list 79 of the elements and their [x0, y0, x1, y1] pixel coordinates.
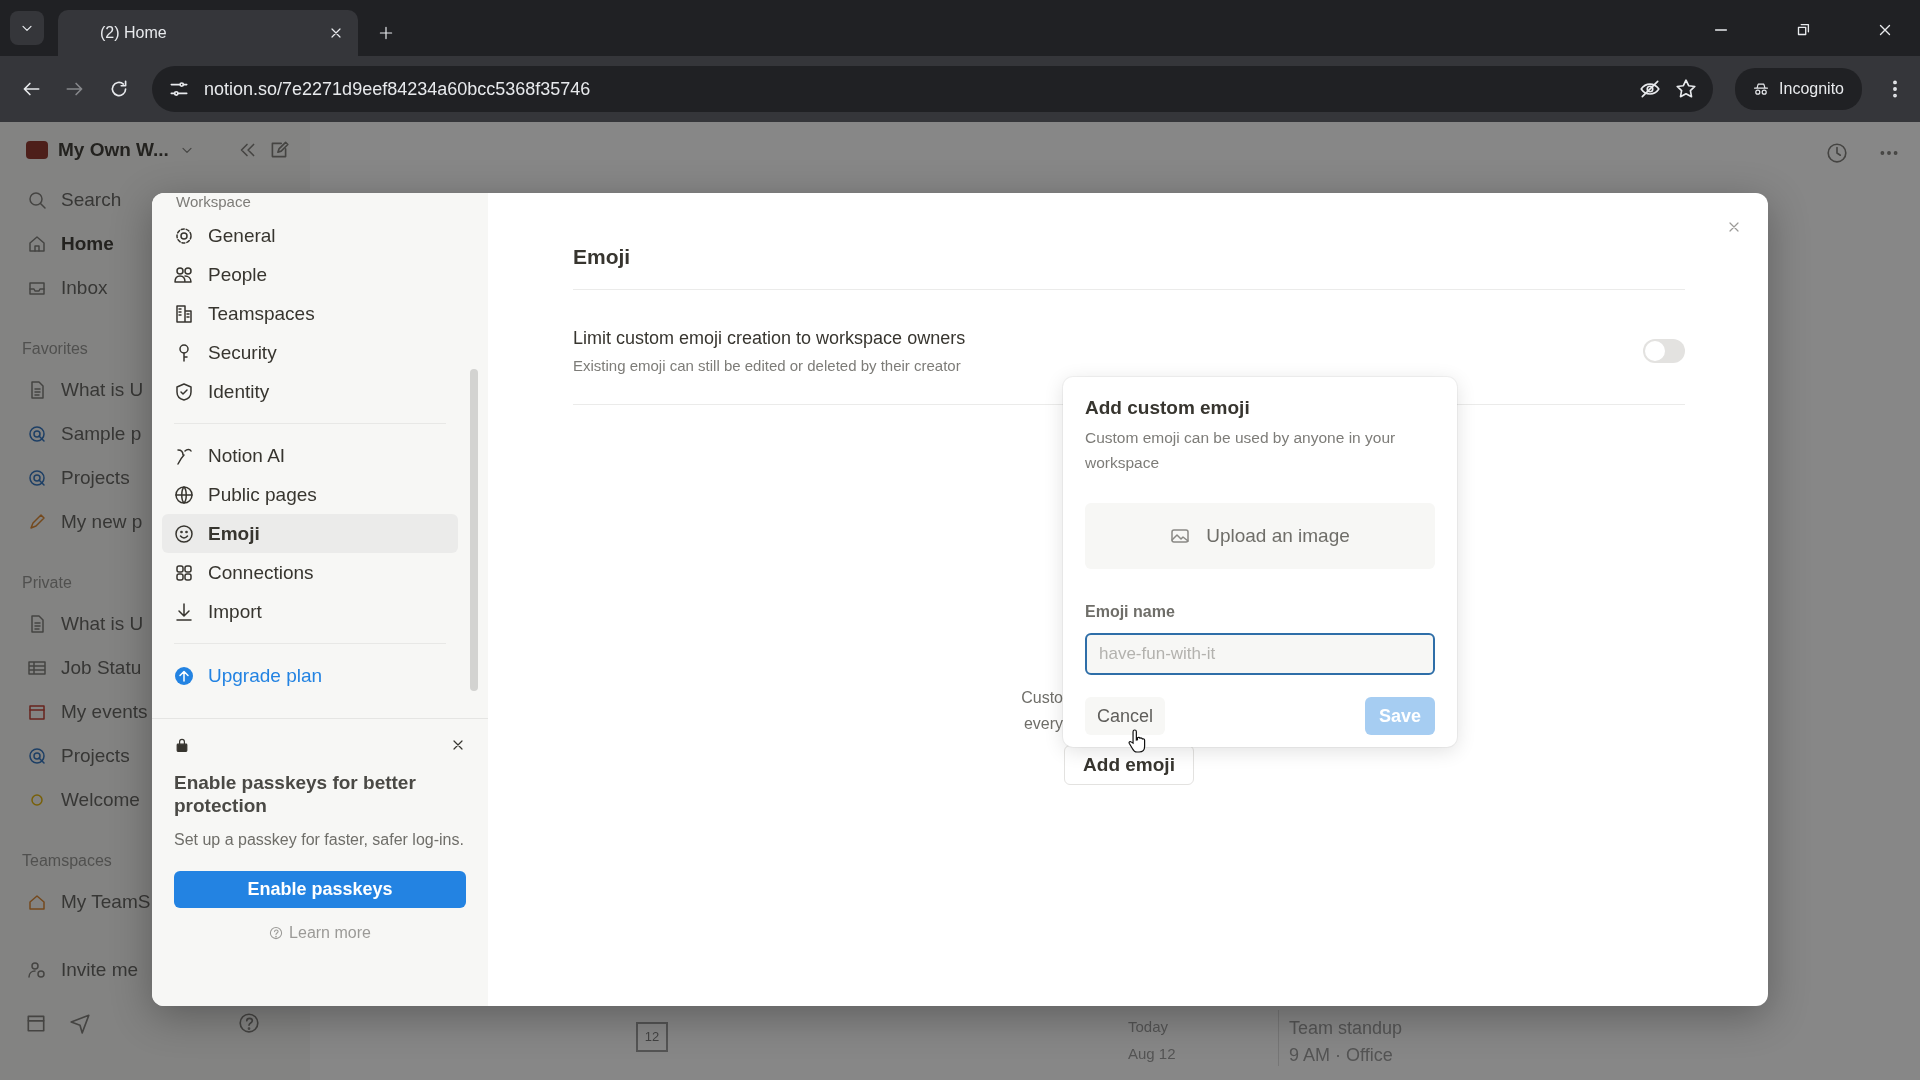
- settings-icon: [174, 225, 194, 246]
- sidebar-item[interactable]: Sample p: [61, 423, 142, 445]
- incognito-icon: [1753, 81, 1770, 97]
- settings-nav-item[interactable]: Emoji: [162, 514, 458, 553]
- lock-icon: [174, 737, 190, 753]
- section-heading: Workspace: [175, 193, 252, 212]
- sidebar-item[interactable]: My events: [61, 701, 148, 723]
- section-title: Emoji: [573, 245, 1685, 290]
- calendar-icon: 12: [636, 1022, 668, 1052]
- card-text: Set up a passkey for faster, safer log-ins.: [174, 830, 465, 850]
- clock-icon[interactable]: [1826, 142, 1848, 164]
- add-emoji-button[interactable]: Add emoji: [1064, 745, 1194, 785]
- download-icon: [174, 601, 194, 622]
- settings-nav-item[interactable]: Connections: [162, 553, 458, 592]
- sidebar-item[interactable]: Search: [61, 189, 122, 211]
- cancel-button[interactable]: Cancel: [1085, 697, 1166, 735]
- settings-nav-item[interactable]: People: [162, 255, 458, 294]
- grid-icon: [174, 562, 194, 583]
- arrow-up-icon: [174, 665, 194, 686]
- plus-icon[interactable]: [378, 25, 394, 41]
- globe-icon: [174, 484, 194, 505]
- sidebar-item[interactable]: What is U: [61, 379, 144, 401]
- sidebar-item[interactable]: Home: [61, 233, 114, 255]
- search-icon: [27, 190, 47, 210]
- empty-state-text: Custo: [1021, 689, 1063, 707]
- settings-nav-item[interactable]: Security: [162, 333, 458, 372]
- upgrade-link[interactable]: Upgrade plan: [162, 656, 458, 695]
- setting-description: Existing emoji can still be edited or deleted by their creator: [573, 357, 962, 374]
- table-icon: [27, 658, 47, 678]
- paper-plane-icon[interactable]: [69, 1012, 91, 1034]
- field-label: Emoji name: [1085, 603, 1176, 621]
- popover-description: Custom emoji can be used by anyone in your workspace: [1085, 428, 1397, 473]
- learn-more-link[interactable]: Learn more: [174, 924, 466, 942]
- sidebar-item[interactable]: What is U: [61, 613, 144, 635]
- image-icon: [1170, 526, 1191, 546]
- workspace-name[interactable]: My Own W...: [58, 139, 169, 161]
- building-icon: [174, 303, 194, 324]
- add-person-icon: [27, 960, 47, 980]
- target-icon: [27, 746, 47, 766]
- incognito-button[interactable]: Incognito: [1735, 68, 1862, 110]
- address-bar[interactable]: notion.so/7e2271d9eef84234a60bcc5368f35746: [152, 66, 1714, 112]
- sidebar-item[interactable]: Welcome: [61, 789, 140, 811]
- house-icon: [27, 234, 47, 254]
- sidebar-item[interactable]: Inbox: [61, 277, 108, 299]
- settings-nav-item[interactable]: Notion AI: [162, 436, 458, 475]
- empty-state-text: every: [1023, 715, 1063, 733]
- star-icon[interactable]: [1675, 78, 1698, 100]
- settings-nav-item[interactable]: Identity: [162, 372, 458, 411]
- enable-passkeys-button[interactable]: Enable passkeys: [174, 871, 466, 908]
- target-icon: [27, 468, 47, 488]
- sidebar-item[interactable]: My TeamS: [61, 891, 151, 913]
- settings-nav-item[interactable]: Teamspaces: [162, 294, 458, 333]
- people-icon: [174, 264, 194, 285]
- help-icon[interactable]: [238, 1012, 260, 1034]
- sidebar-item[interactable]: Projects: [61, 467, 130, 489]
- popover-title: Add custom emoji: [1085, 397, 1251, 419]
- eye-off-icon[interactable]: [1639, 78, 1662, 100]
- shield-icon: [174, 381, 194, 402]
- sidebar-item[interactable]: Job Statu: [61, 657, 142, 679]
- card-title: Enable passkeys for better protection: [174, 771, 417, 817]
- settings-nav-item[interactable]: Import: [162, 592, 458, 631]
- upload-button[interactable]: Upload an image: [1085, 503, 1435, 569]
- pencil-icon: [27, 512, 47, 532]
- input-field[interactable]: have-fun-with-it: [1085, 633, 1435, 675]
- sidebar-item[interactable]: Invite me: [61, 959, 139, 981]
- house-icon: [27, 892, 47, 912]
- sidebar-item[interactable]: Projects: [61, 745, 130, 767]
- settings-nav-item[interactable]: Public pages: [162, 475, 458, 514]
- settings-nav-item[interactable]: General: [162, 216, 458, 255]
- tab-title: (2) Home: [100, 24, 168, 42]
- setting-label: Limit custom emoji creation to workspace owners: [573, 328, 967, 349]
- scrollbar[interactable]: [470, 369, 478, 691]
- toggle-switch[interactable]: [1643, 339, 1685, 363]
- browser-tab[interactable]: (2) Home: [58, 10, 358, 56]
- sidebar-item[interactable]: My new p: [61, 511, 143, 533]
- target-icon: [27, 424, 47, 444]
- smiley-icon: [174, 523, 194, 544]
- calendar-icon: [27, 702, 47, 722]
- help-icon[interactable]: [269, 926, 284, 940]
